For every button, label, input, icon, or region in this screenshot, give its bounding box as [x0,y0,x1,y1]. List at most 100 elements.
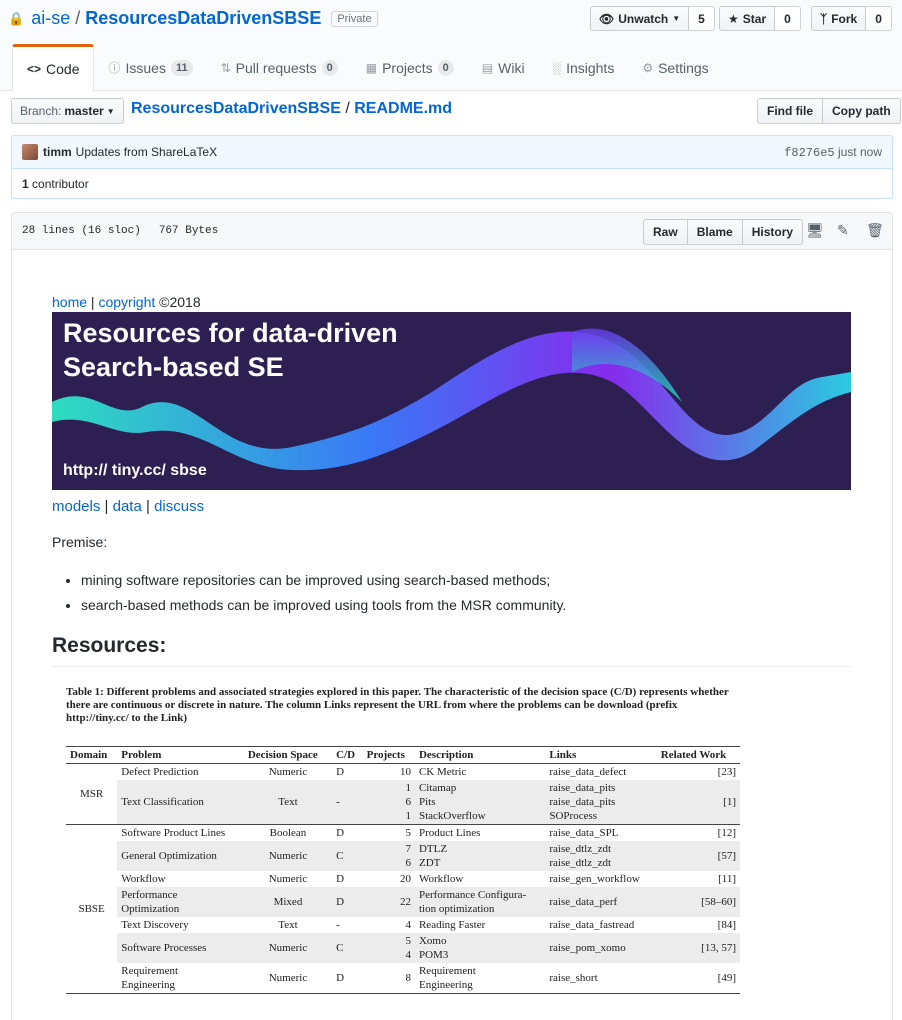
cell-related: [11] [718,873,736,885]
readme-nav: home | copyright ©2018 [52,294,201,310]
watch-count[interactable]: 5 [689,6,715,31]
cell-problem: Text Discovery [121,919,189,931]
star-button[interactable]: ★ Star [719,6,776,31]
repo-header: 🔒 ai-se / ResourcesDataDrivenSBSE Privat… [0,0,902,92]
gear-icon: ⚙ [642,60,654,75]
links-separator: | [145,498,150,515]
tab-code[interactable]: <> Code [12,44,95,92]
cell-space: Numeric [268,873,308,885]
repo-owner-link[interactable]: ai-se [31,8,70,29]
commit-sha[interactable]: f8276e5 [784,146,834,160]
contributors-bar[interactable]: 1 contributor [11,169,893,199]
history-button[interactable]: History [742,219,804,245]
table-row: Software Processes Numeric C 5 4 Xomo POM3 ra… [66,933,740,963]
tab-settings[interactable]: ⚙ Settings [628,44,722,91]
commit-author[interactable]: timm [43,145,72,159]
tab-pull-requests[interactable]: ⇅ Pull requests 0 [207,44,352,91]
cell-cd: D [336,766,345,778]
cell-related: [1] [656,780,740,825]
cell-projects: 7 6 [362,841,415,871]
cell-problem: Software Processes [117,933,244,963]
cell-projects: 22 [362,887,415,917]
data-link[interactable]: data [113,498,142,515]
cell-links: raise_data_defect [549,766,627,778]
fork-button[interactable]: ᛉ Fork [811,6,867,31]
table-row: General Optimization Numeric C 7 6 DTLZ ZDT r… [66,841,740,871]
pencil-icon[interactable]: ✎ [837,223,849,239]
tab-projects-label: Projects [382,59,433,76]
fork-group: ᛉ Fork 0 [811,6,892,31]
contributors-label: contributor [32,176,89,191]
cell-cd: D [336,972,345,984]
cell-cd: C [332,933,363,963]
star-group: ★ Star 0 [719,6,801,31]
cell-problem: Text Classification [117,780,244,825]
tab-insights[interactable]: ░ Insights [539,44,629,91]
fork-count[interactable]: 0 [866,6,892,31]
watch-group: 👁 Unwatch ▼ 5 [590,6,715,31]
cell-cd: D [332,887,363,917]
file-header: 28 lines (16 sloc) 767 Bytes Raw Blame H… [12,213,892,250]
contributors-count: 1 [22,176,29,191]
desktop-icon[interactable]: 🖥 [806,223,824,239]
cell-desc: CK Metric [418,766,467,778]
col-projects: Projects [362,746,415,764]
copy-path-button[interactable]: Copy path [823,98,901,124]
unwatch-button[interactable]: 👁 Unwatch ▼ [590,6,690,31]
cell-problem: Defect Prediction [121,766,199,778]
trash-icon[interactable]: 🗑 [866,223,884,239]
cell-space: Text [278,919,298,931]
repo-tabs: <> Code ⓘ Issues 11 ⇅ Pull requests 0 ▦ Projec… [12,44,723,92]
cell-cd: C [332,841,363,871]
pull-requests-count: 0 [321,59,338,76]
latest-commit: timm Updates from ShareLaTeX f8276e5 jus… [11,135,893,169]
tab-wiki[interactable]: ▤ Wiki [468,44,539,91]
project-icon: ▦ [365,60,378,75]
cell-cd: - [332,780,363,825]
raw-button[interactable]: Raw [643,219,688,245]
cell-desc: DTLZ ZDT [414,841,546,871]
discuss-link[interactable]: discuss [154,498,204,515]
cell-projects: 1 6 1 [362,780,415,825]
cell-space: Text [243,780,333,825]
star-count[interactable]: 0 [775,6,801,31]
branch-name: master [64,104,104,118]
cell-space: Numeric [268,766,308,778]
table-row: Workflow Numeric D 20 Workflow raise_gen_work… [66,871,740,887]
tab-issues[interactable]: ⓘ Issues 11 [94,44,206,91]
premise-label: Premise: [52,534,108,550]
tab-projects[interactable]: ▦ Projects 0 [352,44,468,91]
copyright-link[interactable]: copyright [98,294,155,310]
paper-table-image: Table 1: Different problems and associat… [66,686,740,994]
premise-list: mining software repositories can be impr… [81,568,566,618]
home-link[interactable]: home [52,294,87,310]
nav-separator: | [90,294,95,310]
banner-line2: Search-based SE [63,352,284,382]
issue-icon: ⓘ [108,61,121,75]
branch-select[interactable]: Branch: master ▼ [11,98,124,124]
col-cd: C/D [332,746,363,764]
find-file-button[interactable]: Find file [757,98,823,124]
breadcrumb-repo-link[interactable]: ResourcesDataDrivenSBSE [131,100,341,117]
fork-icon: ᛉ [820,11,828,26]
readme-links: models | data | discuss [52,498,204,515]
blame-button[interactable]: Blame [687,219,743,245]
avatar[interactable] [22,144,38,160]
caret-down-icon: ▼ [106,106,115,116]
tab-issues-label: Issues [125,59,166,76]
tab-code-label: Code [46,61,80,77]
models-link[interactable]: models [52,498,100,515]
cell-related: [13, 57] [656,933,740,963]
graph-icon: ░ [552,60,562,75]
commit-message[interactable]: Updates from ShareLaTeX [76,145,217,159]
fork-label: Fork [831,11,858,26]
table-header-row: Domain Problem Decision Space C/D Projec… [66,746,740,764]
cell-projects: 4 [405,919,411,931]
tab-insights-label: Insights [566,59,615,76]
commit-time: just now [837,144,882,159]
repo-name-link[interactable]: ResourcesDataDrivenSBSE [85,8,321,29]
book-icon: ▤ [481,60,494,75]
cell-desc: Product Lines [418,827,481,839]
cell-links: raise_dtlz_zdt raise_dtlz_zdt [545,841,657,871]
tab-pull-requests-label: Pull requests [235,59,317,76]
